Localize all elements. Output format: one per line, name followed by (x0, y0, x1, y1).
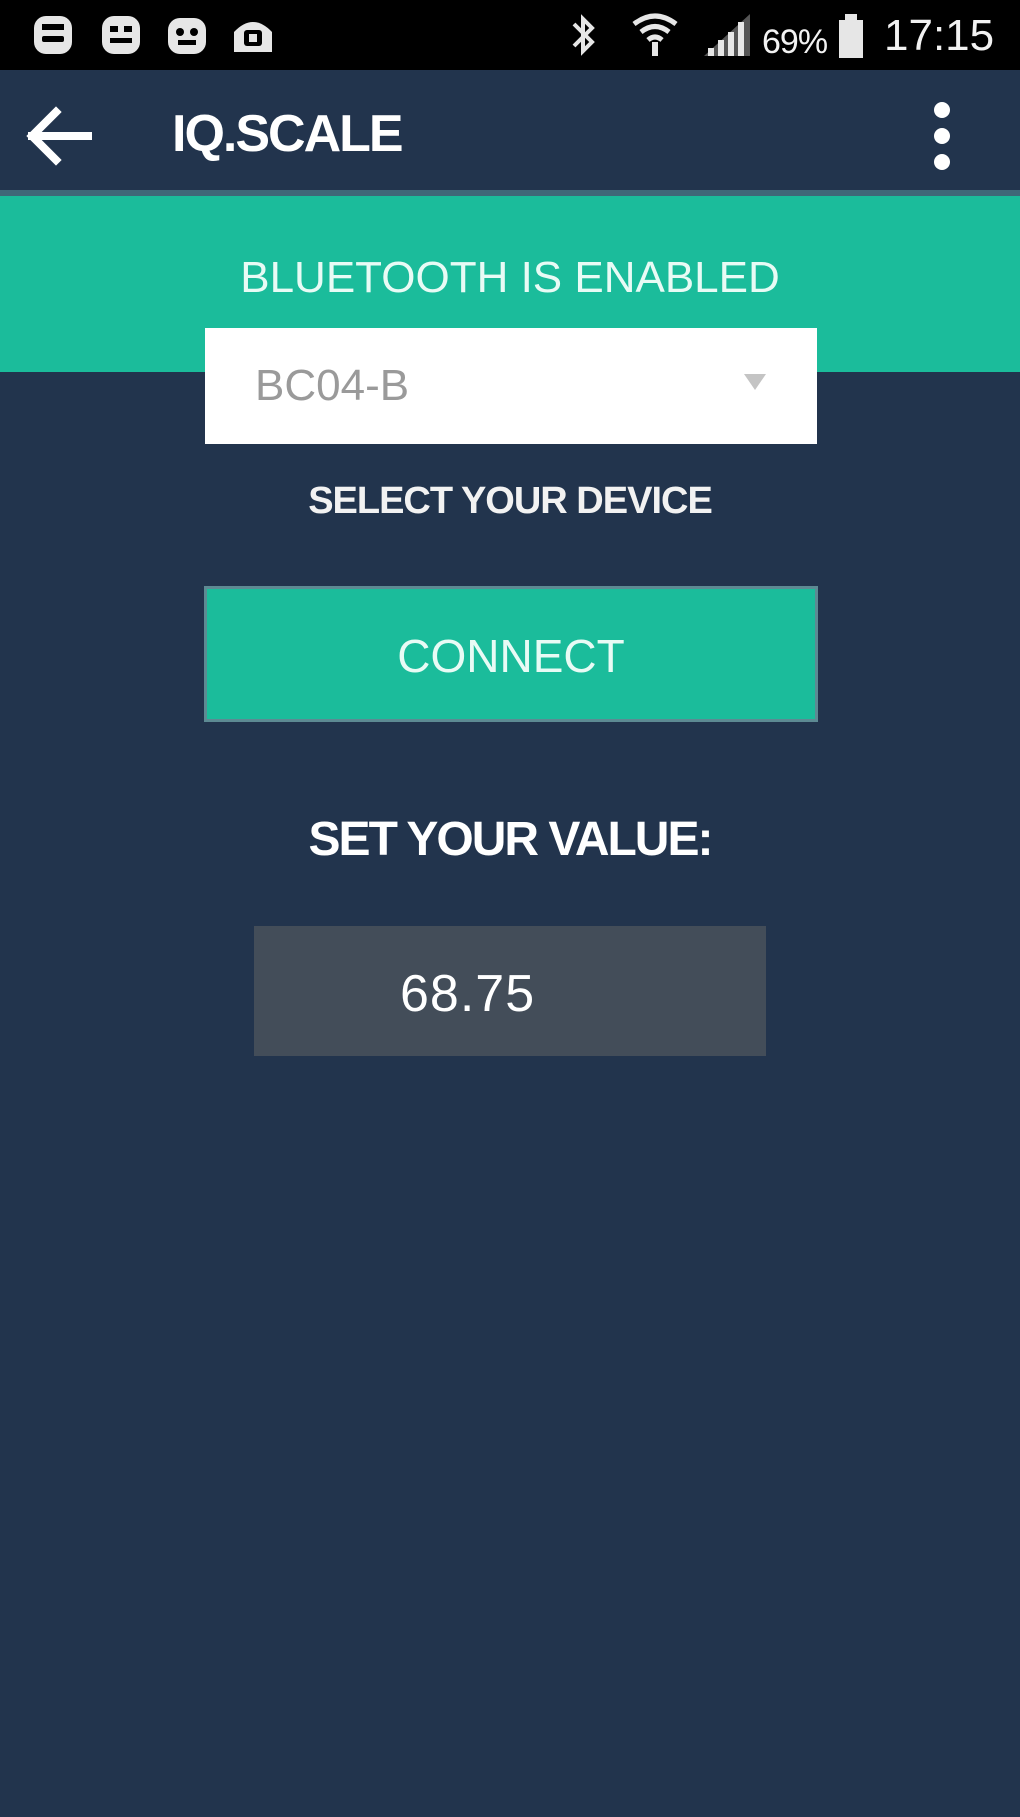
notification-app-icon (102, 16, 140, 54)
connect-button[interactable]: CONNECT (204, 586, 818, 722)
notification-app-icon (234, 22, 272, 52)
status-time: 17:15 (884, 11, 995, 60)
more-vertical-icon[interactable] (916, 98, 968, 178)
set-value-label: SET YOUR VALUE: (308, 813, 714, 866)
value-input-text: 68.75 (400, 965, 536, 1023)
bluetooth-icon (572, 14, 595, 56)
notification-app-icon (34, 16, 72, 54)
battery-percent: 69% (762, 23, 828, 61)
app-bar: IQ.SCALE (0, 70, 1020, 190)
bluetooth-status-text: BLUETOOTH IS ENABLED (240, 253, 780, 302)
connect-button-label: CONNECT (397, 630, 625, 682)
signal-icon (704, 14, 750, 56)
device-select[interactable]: BC04-B (205, 328, 817, 444)
wifi-icon (632, 13, 678, 56)
notification-app-icon (168, 18, 206, 54)
dropdown-arrow-icon[interactable] (742, 372, 768, 392)
select-device-label: SELECT YOUR DEVICE (308, 480, 713, 522)
arrow-left-icon[interactable] (22, 100, 94, 172)
device-select-value: BC04-B (255, 361, 410, 410)
battery-icon (839, 14, 863, 58)
status-bar: 69% 17:15 (0, 0, 1020, 70)
app-title: IQ.SCALE (172, 105, 404, 163)
value-input[interactable]: 68.75 (254, 926, 766, 1056)
